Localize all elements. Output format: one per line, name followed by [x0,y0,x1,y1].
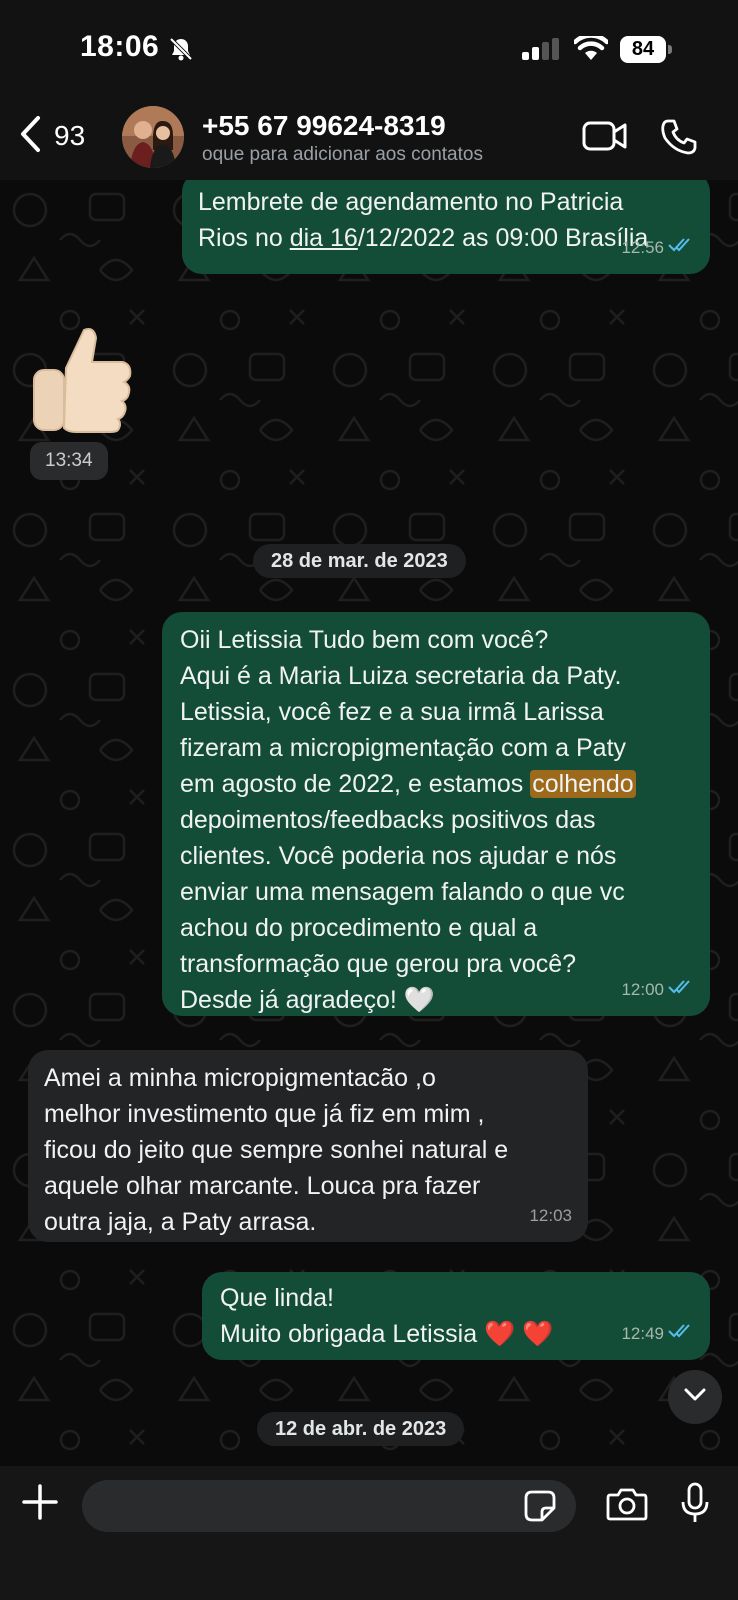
voice-call-button[interactable] [660,118,698,161]
message-time: 12:00 [621,980,664,999]
scroll-to-bottom-button[interactable] [668,1370,722,1424]
double-check-icon [668,1316,694,1352]
back-button[interactable]: 93 [18,114,85,158]
battery-level: 84 [631,38,655,60]
contact-number: +55 67 99624-8319 [202,110,446,141]
battery-indicator: 84 [620,36,672,63]
message-input-bar [0,1466,738,1600]
wifi-icon [572,33,610,67]
status-time: 18:06 [80,30,160,63]
plus-icon [22,1484,58,1524]
message-bubble-outgoing[interactable]: Oii Letissia Tudo bem com você? Aqui é a… [162,612,710,1016]
message-meta: 12:03 [529,1198,572,1234]
message-time: 12:49 [621,1324,664,1343]
message-text: Amei a minha micropigmentacão ,o melhor … [44,1064,509,1236]
date-separator: 12 de abr. de 2023 [257,1412,465,1446]
message-bubble-incoming[interactable]: Amei a minha micropigmentacão ,o melhor … [28,1050,588,1242]
chat-header: 93 +55 67 99624-8319 oque para adicionar… [0,96,738,180]
chat-area[interactable]: Lembrete de agendamento no Patricia Rios… [0,180,738,1466]
message-meta: 12:00 [621,972,694,1008]
video-camera-icon [582,121,628,156]
message-time: 12:03 [529,1206,572,1225]
message-input[interactable] [82,1480,576,1532]
attach-button[interactable] [22,1484,58,1525]
contact-info[interactable]: +55 67 99624-8319 oque para adicionar ao… [202,110,532,166]
message-meta: 12:56 [621,230,694,266]
contact-subtitle: oque para adicionar aos contatos [202,144,483,165]
status-bar: 18:06 84 [0,0,738,96]
double-check-icon [668,972,694,1008]
microphone-button[interactable] [680,1482,710,1529]
camera-icon [606,1488,648,1526]
sticker-button[interactable] [524,1490,556,1527]
message-meta: 12:49 [621,1316,694,1352]
video-call-button[interactable] [582,120,628,157]
date-separator: 28 de mar. de 2023 [253,544,466,578]
double-check-icon [668,230,694,266]
thumbs-up-sticker[interactable] [30,324,134,434]
camera-button[interactable] [606,1486,648,1527]
signal-icon [522,38,562,65]
chevron-down-icon [683,1387,707,1408]
message-bubble-outgoing[interactable]: Que linda! Muito obrigada Letissia ❤️ ❤️… [202,1272,710,1360]
microphone-icon [680,1482,710,1528]
message-text: Lembrete de agendamento no Patricia Rios… [198,188,649,252]
chevron-left-icon [18,115,42,158]
sticker-icon [524,1490,556,1526]
message-text: Oii Letissia Tudo bem com você? Aqui é a… [180,626,636,1014]
phone-icon [660,119,698,160]
avatar[interactable] [122,106,184,168]
message-time: 12:56 [621,238,664,257]
highlighted-word: colhendo [530,770,636,798]
unread-count: 93 [54,120,86,151]
message-bubble-outgoing[interactable]: Lembrete de agendamento no Patricia Rios… [182,180,710,274]
bell-slash-icon [168,36,194,67]
sticker-time: 13:34 [30,442,108,480]
date-link[interactable]: dia 16 [290,224,358,252]
